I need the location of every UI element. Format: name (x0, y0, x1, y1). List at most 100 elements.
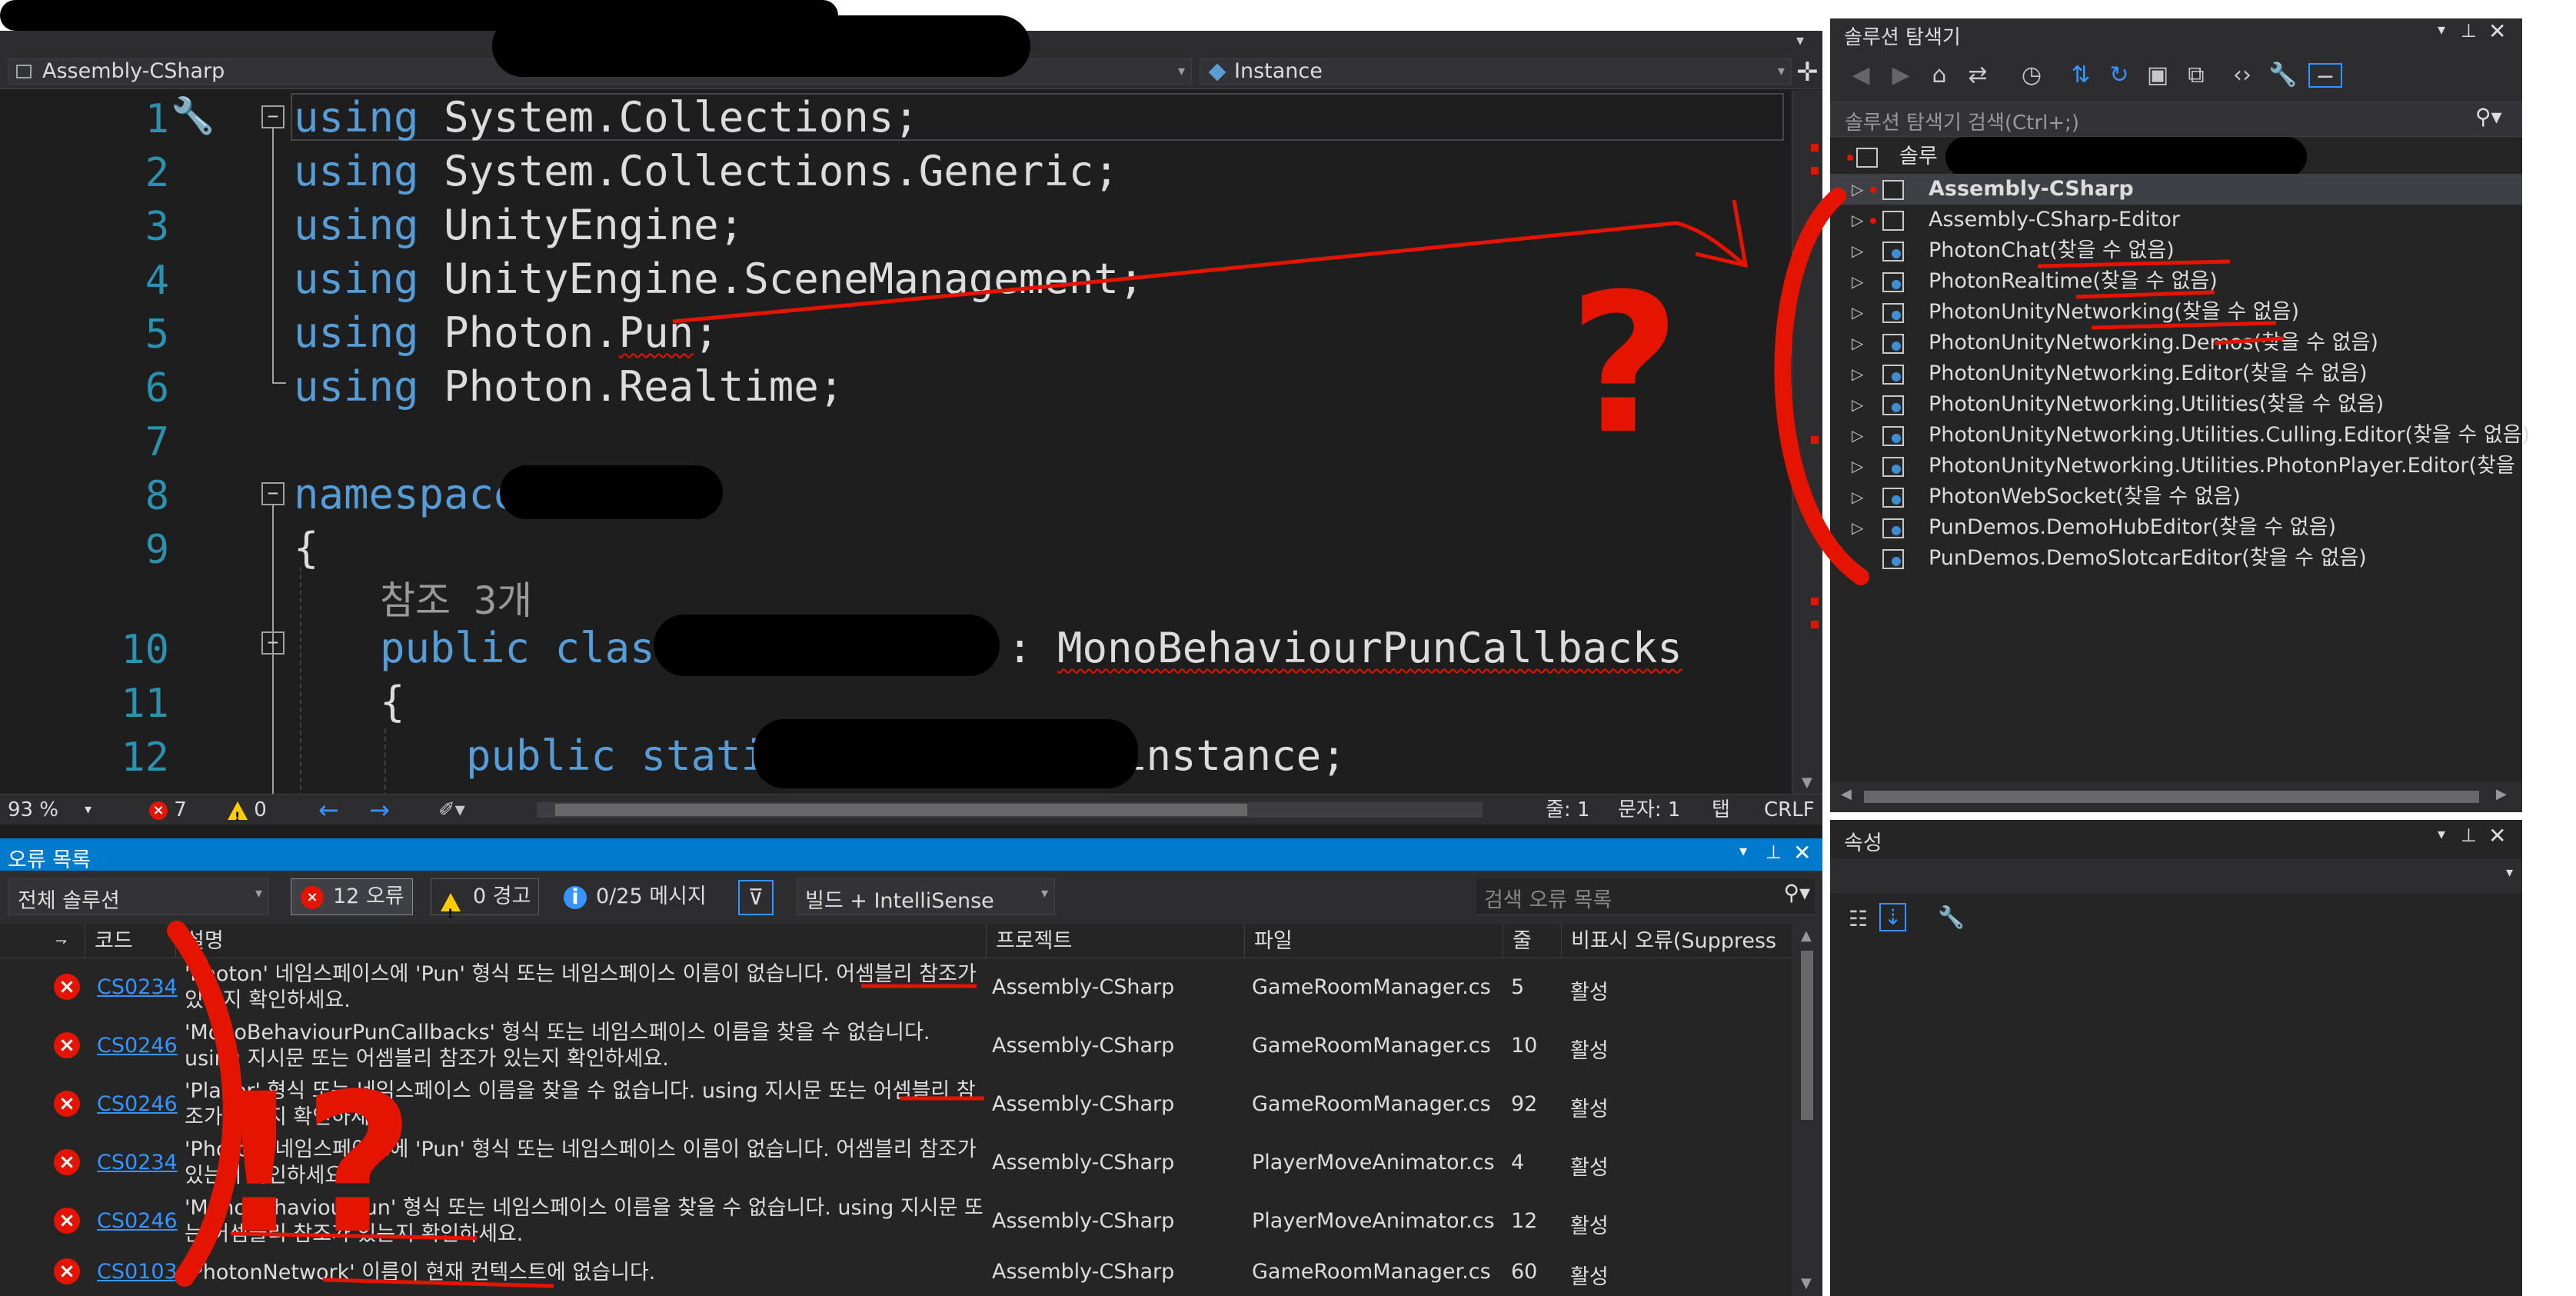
error-code-link[interactable]: CS0103 (97, 1260, 178, 1284)
column-suppression[interactable]: 비표시 오류(Suppress (1561, 925, 1792, 958)
warnings-filter-button[interactable]: ! 0 경고 (431, 878, 540, 921)
dropdown-icon[interactable]: ▾ (1739, 841, 1747, 860)
show-all-files-icon[interactable]: ⧉ (2184, 63, 2208, 88)
pending-changes-icon[interactable]: ◷ (2019, 63, 2044, 88)
tree-item-project[interactable]: ▷ Assembly-CSharp (1830, 174, 2522, 205)
properties-wrench-icon[interactable]: 🔧 (2268, 63, 2297, 88)
tree-item-project[interactable]: ▷ PhotonUnityNetworking.Utilities.Photon… (1830, 451, 2522, 481)
pin-icon[interactable]: ⊥ (1766, 841, 1782, 863)
error-row[interactable]: × CS0234 'Photon' 네임스페이스에 'Pun' 형식 또는 네임… (0, 1134, 1792, 1192)
expand-icon[interactable]: ▷ (1852, 358, 1863, 389)
property-pages-icon[interactable]: 🔧 (1938, 905, 1965, 930)
home-icon[interactable]: ⌂ (1927, 63, 1952, 88)
expand-icon[interactable]: ▷ (1852, 451, 1863, 481)
error-code-link[interactable]: CS0234 (97, 1151, 178, 1174)
error-code-link[interactable]: CS0246 (97, 1092, 178, 1116)
error-row[interactable]: × CS0246 'Player' 형식 또는 네임스페이스 이름을 찾을 수 … (0, 1075, 1792, 1134)
search-icon[interactable]: ⚲▾ (2475, 104, 2502, 129)
tree-item-project[interactable]: ▷ PhotonUnityNetworking.Utilities(찾을 수 없… (1830, 389, 2522, 420)
column-project[interactable]: 프로젝트 (986, 925, 1244, 958)
error-count-indicator[interactable]: × 7 (149, 798, 187, 822)
forward-icon[interactable]: ▶ (1889, 63, 1913, 88)
tree-item-project[interactable]: ▷ Assembly-CSharp-Editor (1830, 205, 2522, 235)
search-icon[interactable]: ⚲▾ (1783, 880, 1810, 905)
pin-icon[interactable]: ⊥ (2461, 20, 2477, 42)
tree-item-project[interactable]: ▷ PhotonRealtime(찾을 수 없음) (1830, 266, 2522, 297)
scroll-thumb[interactable] (555, 804, 1247, 816)
solution-explorer-hscroll[interactable]: ◀ ▶ (1830, 781, 2522, 812)
code-area[interactable]: 🔧 1 2 3 4 5 6 7 8 9 10 11 12 − − − using… (0, 90, 1792, 794)
messages-filter-button[interactable]: i 0/25 메시지 (554, 878, 715, 915)
column-description[interactable]: 설명 (175, 925, 986, 958)
collapse-icon[interactable]: − (261, 482, 285, 505)
error-search-input[interactable]: 검색 오류 목록 ⚲▾ (1476, 878, 1815, 915)
expand-icon[interactable]: ▷ (1852, 266, 1863, 297)
collapse-icon[interactable]: − (261, 631, 285, 655)
dropdown-icon[interactable]: ▾ (2438, 20, 2445, 38)
expand-icon[interactable]: ▷ (1852, 235, 1863, 266)
quick-actions-icon[interactable]: 🔧 (171, 95, 215, 137)
expand-icon[interactable]: ▷ (1852, 481, 1863, 512)
close-icon[interactable]: ✕ (2488, 823, 2506, 848)
codelens-references[interactable]: 참조 3개 (380, 570, 532, 625)
filter-icon[interactable]: ⊽ (738, 880, 774, 915)
tree-root-solution[interactable]: 솔루 (1830, 137, 2522, 177)
collapse-all-icon[interactable]: ▣ (2145, 63, 2170, 88)
scroll-thumb[interactable] (1801, 951, 1813, 1120)
solution-explorer-search[interactable]: 솔루션 탐색기 검색(Ctrl+;) ⚲▾ (1830, 102, 2522, 137)
error-code-link[interactable]: CS0234 (97, 975, 178, 999)
close-icon[interactable]: ✕ (2488, 18, 2506, 44)
expand-icon[interactable]: ▷ (1852, 328, 1863, 358)
error-row[interactable]: × CS0234 'Photon' 네임스페이스에 'Pun' 형식 또는 네임… (0, 958, 1792, 1017)
column-line[interactable]: 줄 (1503, 925, 1561, 958)
collapse-icon[interactable]: − (261, 105, 285, 128)
scroll-right-icon[interactable]: ▶ (2496, 786, 2507, 802)
scroll-down-icon[interactable]: ▼ (1801, 1275, 1812, 1291)
back-icon[interactable]: ◀ (1849, 63, 1873, 88)
preview-selected-icon[interactable]: − (2308, 63, 2342, 89)
expand-icon[interactable]: ▷ (1852, 174, 1863, 205)
categorized-icon[interactable]: ☷ (1849, 906, 1868, 931)
tree-item-project[interactable]: ▷ PhotonUnityNetworking(찾을 수 없음) (1830, 297, 2522, 328)
alphabetical-icon[interactable]: ⇣ (1879, 903, 1907, 931)
warning-count-indicator[interactable]: ! 0 (228, 798, 267, 824)
nav-forward-icon[interactable]: → (369, 798, 390, 822)
split-icon[interactable]: ✛ (1796, 57, 1819, 88)
nav-back-icon[interactable]: ← (318, 798, 339, 822)
expand-icon[interactable]: ▷ (1852, 389, 1863, 420)
refresh-icon[interactable]: ↻ (2107, 63, 2132, 88)
sync-icon[interactable]: ⇅ (2068, 63, 2093, 88)
expand-icon[interactable]: ▷ (1852, 205, 1863, 235)
error-row[interactable]: × CS0103 'PhotonNetwork' 이름이 현재 컨텍스트에 없습… (0, 1251, 1792, 1294)
tree-item-project[interactable]: ▷ PhotonChat(찾을 수 없음) (1830, 235, 2522, 266)
object-selector[interactable]: ▾ (1830, 858, 2522, 894)
tree-item-project[interactable]: PunDemos.DemoSlotcarEditor(찾을 수 없음) (1830, 543, 2522, 574)
scroll-up-icon[interactable]: ▲ (1801, 928, 1812, 944)
column-file[interactable]: 파일 (1244, 925, 1503, 958)
error-code-link[interactable]: CS0246 (97, 1209, 178, 1233)
column-code[interactable]: 코드 (85, 925, 133, 958)
dropdown-icon[interactable]: ▾ (2438, 825, 2445, 843)
editor-vertical-scrollbar[interactable]: ▼ (1792, 90, 1822, 794)
brush-icon[interactable]: ✐▾ (438, 798, 465, 822)
errors-filter-button[interactable]: × 12 오류 (291, 878, 413, 915)
tree-item-project[interactable]: ▷ PhotonUnityNetworking.Editor(찾을 수 없음) (1830, 358, 2522, 389)
scroll-left-icon[interactable]: ◀ (1841, 786, 1852, 802)
expand-icon[interactable]: ▷ (1852, 297, 1863, 328)
pin-icon[interactable]: ⊥ (2461, 825, 2477, 846)
switch-views-icon[interactable]: ⇄ (1965, 63, 1990, 88)
horizontal-scrollbar[interactable] (537, 802, 1483, 818)
sort-icon[interactable]: ⇁ (46, 925, 67, 958)
tree-item-project[interactable]: ▷ PunDemos.DemoHubEditor(찾을 수 없음) (1830, 512, 2522, 543)
dropdown-icon[interactable]: ▾ (1796, 31, 1804, 49)
tree-item-project[interactable]: ▷ PhotonWebSocket(찾을 수 없음) (1830, 481, 2522, 512)
tree-item-project[interactable]: ▷ PhotonUnityNetworking.Utilities.Cullin… (1830, 420, 2530, 451)
scope-selector[interactable]: 전체 솔루션 ▾ (8, 878, 269, 915)
error-code-link[interactable]: CS0246 (97, 1034, 178, 1058)
error-row[interactable]: × CS0246 'MonoBehaviourPun' 형식 또는 네임스페이스… (0, 1192, 1792, 1251)
chevron-down-icon[interactable]: ▾ (85, 798, 92, 822)
view-code-icon[interactable]: ‹› (2230, 63, 2255, 88)
error-row[interactable]: × CS0246 'MonoBehaviourPunCallbacks' 형식 … (0, 1017, 1792, 1075)
close-icon[interactable]: ✕ (1793, 840, 1811, 865)
zoom-level[interactable]: 93 % (8, 798, 58, 822)
